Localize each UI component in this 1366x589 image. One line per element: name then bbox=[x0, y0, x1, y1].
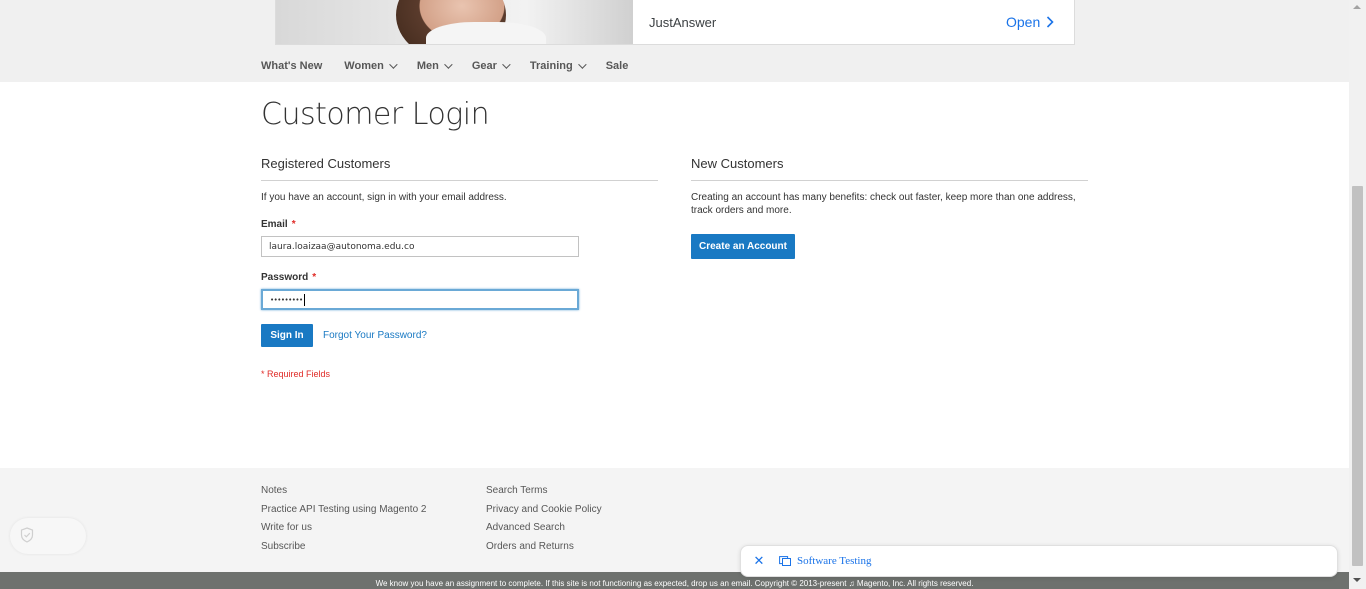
nav-label: What's New bbox=[261, 60, 323, 72]
nav-item-whats-new[interactable]: What's New bbox=[261, 60, 322, 72]
footer-link-privacy[interactable]: Privacy and Cookie Policy bbox=[486, 501, 602, 520]
page-title: Customer Login bbox=[261, 97, 490, 132]
chevron-down-icon bbox=[502, 60, 511, 69]
footer-link-notes[interactable]: Notes bbox=[261, 482, 426, 501]
scrollbar-thumb[interactable] bbox=[1352, 186, 1363, 566]
footer-link-subscribe[interactable]: Subscribe bbox=[261, 538, 426, 557]
footer-link-practice-api[interactable]: Practice API Testing using Magento 2 bbox=[261, 501, 426, 520]
main-navigation: What's New Women Men Gear Training Sale bbox=[261, 60, 650, 72]
close-icon[interactable]: ✕ bbox=[753, 553, 765, 569]
nav-item-training[interactable]: Training bbox=[529, 60, 587, 72]
password-value: ••••••••• bbox=[270, 295, 303, 304]
divider bbox=[261, 180, 658, 181]
email-label-text: Email bbox=[261, 219, 288, 230]
required-marker: * bbox=[291, 219, 296, 230]
footer-links-col-2: Search Terms Privacy and Cookie Policy A… bbox=[486, 482, 602, 556]
footer-link-search-terms[interactable]: Search Terms bbox=[486, 482, 602, 501]
required-fields-note: * Required Fields bbox=[261, 369, 331, 379]
footer-link-write-for-us[interactable]: Write for us bbox=[261, 519, 426, 538]
nav-item-sale[interactable]: Sale bbox=[606, 60, 629, 72]
ad-open-button[interactable]: Open bbox=[1006, 14, 1054, 30]
nav-label: Women bbox=[344, 60, 384, 72]
forgot-password-link[interactable]: Forgot Your Password? bbox=[323, 330, 427, 341]
nav-label: Gear bbox=[471, 60, 497, 72]
email-value: laura.loaizaa@autonoma.edu.co bbox=[269, 241, 415, 252]
footer-links-col-1: Notes Practice API Testing using Magento… bbox=[261, 482, 426, 556]
password-field[interactable]: ••••••••• bbox=[261, 289, 579, 310]
notification-toast: ✕ Software Testing bbox=[740, 545, 1338, 577]
nav-label: Sale bbox=[605, 60, 629, 72]
footer-link-advanced-search[interactable]: Advanced Search bbox=[486, 519, 602, 538]
divider bbox=[691, 180, 1088, 181]
toast-label[interactable]: Software Testing bbox=[797, 555, 872, 567]
create-account-button[interactable]: Create an Account bbox=[691, 234, 795, 259]
nav-label: Men bbox=[416, 60, 439, 72]
text-caret bbox=[303, 293, 305, 306]
password-label: Password * bbox=[261, 272, 316, 283]
password-label-text: Password bbox=[261, 272, 309, 283]
nav-item-men[interactable]: Men bbox=[416, 60, 453, 72]
scroll-up-arrow-icon[interactable] bbox=[1353, 5, 1361, 9]
new-customers-text: Creating an account has many benefits: c… bbox=[691, 192, 1076, 216]
login-intro-text: If you have an account, sign in with you… bbox=[261, 192, 507, 203]
new-customers-title: New Customers bbox=[691, 156, 784, 171]
ad-advertiser-name: JustAnswer bbox=[649, 15, 717, 30]
privacy-widget[interactable] bbox=[10, 518, 86, 554]
header-band: JustAnswer Open What's New Women Men Gea… bbox=[0, 0, 1349, 82]
advertisement-banner[interactable]: JustAnswer Open bbox=[275, 0, 1075, 45]
shield-icon bbox=[20, 527, 34, 543]
chevron-right-icon bbox=[1047, 16, 1054, 28]
email-field[interactable]: laura.loaizaa@autonoma.edu.co bbox=[261, 236, 579, 257]
nav-label: Training bbox=[529, 60, 573, 72]
nav-item-women[interactable]: Women bbox=[344, 60, 398, 72]
email-label: Email * bbox=[261, 219, 296, 230]
footer-link-orders-returns[interactable]: Orders and Returns bbox=[486, 538, 602, 557]
chevron-down-icon bbox=[577, 60, 587, 69]
nav-item-gear[interactable]: Gear bbox=[471, 60, 511, 72]
registered-customers-title: Registered Customers bbox=[261, 156, 391, 171]
sign-in-button[interactable]: Sign In bbox=[261, 324, 313, 347]
chevron-down-icon bbox=[443, 60, 453, 69]
ad-photo bbox=[276, 0, 633, 44]
tab-icon bbox=[779, 556, 791, 566]
required-marker: * bbox=[312, 272, 317, 283]
ad-open-label: Open bbox=[1006, 14, 1041, 30]
chevron-down-icon bbox=[388, 60, 398, 69]
scroll-down-arrow-icon[interactable] bbox=[1353, 578, 1361, 582]
